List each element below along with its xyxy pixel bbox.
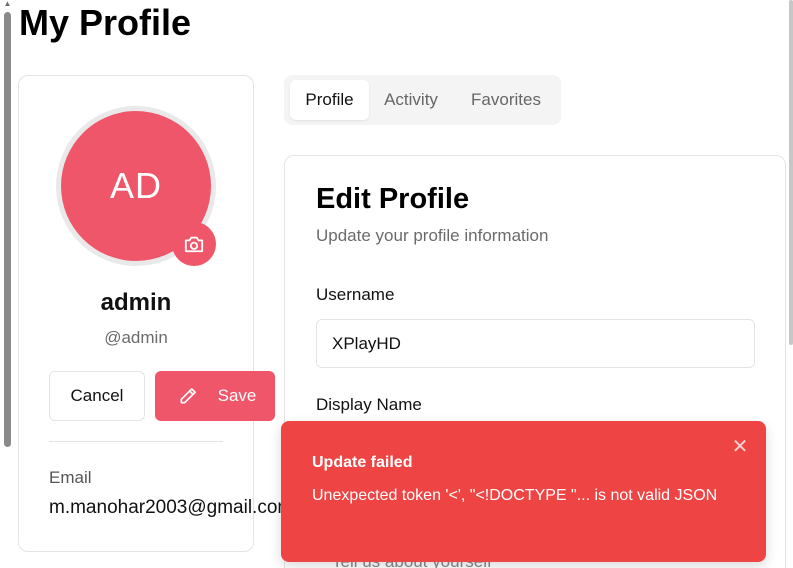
pencil-icon xyxy=(180,388,196,404)
profile-name: admin xyxy=(100,289,172,316)
page-scrollbar[interactable]: ▲ xyxy=(3,0,12,568)
scrollbar-thumb[interactable] xyxy=(4,12,11,447)
username-label: Username xyxy=(316,285,395,304)
scroll-up-arrow-icon[interactable]: ▲ xyxy=(3,0,12,8)
close-icon[interactable]: ✕ xyxy=(730,437,750,457)
email-label: Email xyxy=(49,468,92,487)
edit-profile-subtitle: Update your profile information xyxy=(316,226,549,245)
display-name-label: Display Name xyxy=(316,395,422,414)
cancel-button[interactable]: Cancel xyxy=(49,371,145,421)
email-value: m.manohar2003@gmail.com xyxy=(49,497,289,518)
page-title: My Profile xyxy=(19,2,192,43)
tab-profile[interactable]: Profile xyxy=(290,80,369,120)
form-scrollbar[interactable] xyxy=(789,0,793,345)
save-label: Save xyxy=(217,386,257,405)
save-button[interactable]: Save xyxy=(155,371,275,421)
toast-message: Unexpected token '<', "<!DOCTYPE "... is… xyxy=(312,487,718,504)
tab-activity[interactable]: Activity xyxy=(371,80,451,120)
username-input[interactable] xyxy=(316,319,755,368)
edit-profile-title: Edit Profile xyxy=(316,183,470,215)
divider xyxy=(49,441,223,442)
change-avatar-button[interactable] xyxy=(172,222,216,266)
profile-handle: @admin xyxy=(104,328,168,347)
toast-title: Update failed xyxy=(312,454,413,471)
tab-favorites[interactable]: Favorites xyxy=(456,80,556,120)
error-toast: Update failed Unexpected token '<', "<!D… xyxy=(281,421,766,562)
camera-icon xyxy=(184,236,204,253)
profile-tabs: Profile Activity Favorites xyxy=(284,75,561,125)
